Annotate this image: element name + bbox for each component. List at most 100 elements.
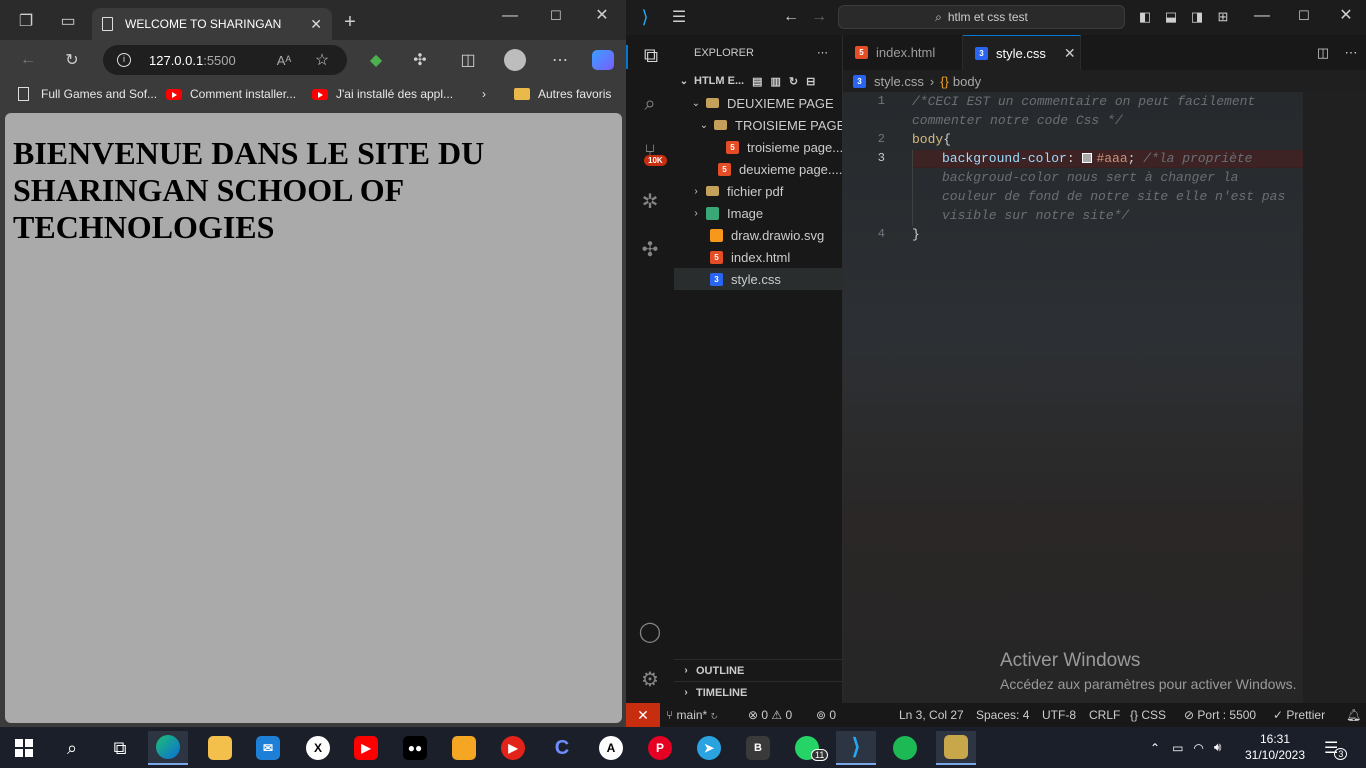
show-hidden-icons-chevron-icon[interactable]: ⌃ <box>1150 741 1160 755</box>
other-favorites[interactable]: Autres favoris <box>514 87 611 101</box>
medium-icon[interactable]: ●● <box>395 731 435 765</box>
split-editor-icon[interactable]: ◫ <box>1313 43 1333 63</box>
media-app-icon[interactable] <box>936 731 976 765</box>
wifi-icon[interactable]: ◠ <box>1193 741 1203 755</box>
problems-status[interactable]: ⊗ 0 ⚠ 0 <box>748 708 792 722</box>
start-windows-icon[interactable] <box>4 731 44 765</box>
timeline-section[interactable]: › TIMELINE <box>674 681 842 703</box>
tree-item[interactable]: › fichier pdf <box>674 180 842 202</box>
spotify-icon[interactable] <box>885 731 925 765</box>
extensions-icon[interactable]: ✣ <box>638 237 662 261</box>
prettier-status[interactable]: ✓ Prettier <box>1273 708 1325 722</box>
minimap[interactable] <box>1303 92 1366 703</box>
minimize-icon[interactable]: — <box>498 6 522 26</box>
task-view-icon[interactable]: ⧉ <box>100 731 140 765</box>
explorer-more-icon[interactable]: ⋯ <box>817 46 828 59</box>
extension-icon[interactable]: ◆ <box>364 49 388 71</box>
tree-item[interactable]: 5 troisieme page.... <box>674 136 842 158</box>
branch-status[interactable]: ⑂ main* ↻ <box>666 708 718 722</box>
cortana-app-icon[interactable]: C <box>542 731 582 765</box>
tree-item[interactable]: 5 deuxieme page.... <box>674 158 842 180</box>
volume-icon[interactable]: 🔊︎ <box>1214 740 1222 755</box>
notifications-bell-icon[interactable]: 🔔︎ <box>1346 708 1361 722</box>
pinterest-icon[interactable]: P <box>640 731 680 765</box>
split-screen-icon[interactable]: ◫ <box>456 49 480 71</box>
maximize-icon[interactable]: ☐ <box>544 6 568 26</box>
bookmark-1[interactable]: Full Games and Sof... <box>18 87 157 101</box>
menu-hamburger-icon[interactable]: ☰ <box>668 6 690 28</box>
tree-item[interactable]: draw.drawio.svg <box>674 224 842 246</box>
explorer-files-icon[interactable]: ⧉ <box>626 45 674 69</box>
breadcrumb-symbol[interactable]: body <box>953 74 981 89</box>
tree-item[interactable]: › Image <box>674 202 842 224</box>
app-b-icon[interactable]: B <box>738 731 778 765</box>
command-center-search[interactable]: ⌕ htlm et css test <box>838 5 1125 29</box>
toggle-sidebar-icon[interactable]: ◧ <box>1134 7 1156 27</box>
accounts-icon[interactable]: ◯ <box>638 619 662 643</box>
project-root[interactable]: ⌄ HTLM E... ▤▥↻⊟ <box>674 70 842 92</box>
site-info-icon[interactable]: i <box>117 53 131 67</box>
browser-tab-active[interactable]: WELCOME TO SHARINGAN ✕ <box>92 8 332 40</box>
vscode-minimize-icon[interactable]: — <box>1250 6 1274 26</box>
vscode-close-icon[interactable]: ✕ <box>1334 4 1358 26</box>
back-icon[interactable]: ← <box>16 49 40 71</box>
more-menu-icon[interactable]: ⋯ <box>548 49 572 71</box>
x-twitter-icon[interactable]: X <box>298 731 338 765</box>
nav-forward-icon[interactable]: → <box>808 6 830 28</box>
battery-icon[interactable]: ▭ <box>1172 741 1183 755</box>
bookmark-3[interactable]: J'ai installé des appl... <box>312 87 453 101</box>
outline-section[interactable]: › OUTLINE <box>674 659 842 681</box>
vscode-app-icon[interactable]: ⟩ <box>836 731 876 765</box>
copilot-icon[interactable] <box>590 48 616 72</box>
news-app-icon[interactable] <box>444 731 484 765</box>
encoding-status[interactable]: UTF-8 <box>1042 708 1076 722</box>
settings-gear-icon[interactable]: ⚙ <box>638 667 662 691</box>
customize-layout-icon[interactable]: ⊞ <box>1212 7 1234 27</box>
system-clock[interactable]: 16:31 31/10/2023 <box>1240 731 1310 763</box>
read-aloud-icon[interactable]: Aᴬ <box>272 49 296 71</box>
media-player-icon[interactable]: ▶ <box>493 731 533 765</box>
code-editor[interactable]: 1 2 3 4 /*CECI EST un commentaire on peu… <box>843 92 1316 703</box>
tab-index-html[interactable]: 5 index.html <box>843 35 963 70</box>
tree-item[interactable]: ⌄ TROISIEME PAGE <box>674 114 842 136</box>
refresh-icon[interactable]: ↻ <box>60 49 84 71</box>
live-server-status[interactable]: ⊘ Port : 5500 <box>1184 708 1256 722</box>
cursor-position[interactable]: Ln 3, Col 27 <box>899 708 964 722</box>
ports-status[interactable]: ⊚ 0 <box>816 708 836 722</box>
whatsapp-icon[interactable]: 11 <box>787 731 829 765</box>
explorer-actions-icon[interactable]: ▤▥↻⊟ <box>752 75 823 88</box>
nav-back-icon[interactable]: ← <box>780 6 802 28</box>
tree-item-selected[interactable]: 3 style.css <box>674 268 842 290</box>
more-bookmarks-chevron-icon[interactable]: › <box>482 87 486 101</box>
edge-app-icon[interactable] <box>148 731 188 765</box>
close-tab-icon[interactable]: ✕ <box>310 16 322 33</box>
tab-actions-icon[interactable]: ▭ <box>56 10 80 32</box>
indentation-status[interactable]: Spaces: 4 <box>976 708 1029 722</box>
eol-status[interactable]: CRLF <box>1089 708 1120 722</box>
app-store-icon[interactable]: A <box>591 731 631 765</box>
profile-avatar-icon[interactable] <box>503 49 527 71</box>
editor-more-icon[interactable]: ⋯ <box>1341 43 1361 63</box>
vscode-maximize-icon[interactable]: ☐ <box>1292 6 1316 26</box>
remote-indicator-icon[interactable]: ✕ <box>626 703 660 727</box>
new-tab-icon[interactable]: + <box>338 10 362 34</box>
bookmark-2[interactable]: Comment installer... <box>166 87 296 101</box>
close-tab-icon[interactable]: ✕ <box>1064 45 1076 62</box>
favorite-star-icon[interactable]: ☆ <box>310 49 334 71</box>
run-debug-icon[interactable]: ✲ <box>638 189 662 213</box>
tree-item[interactable]: 5 index.html <box>674 246 842 268</box>
telegram-icon[interactable]: ➤ <box>689 731 729 765</box>
language-mode[interactable]: {} CSS <box>1130 708 1166 722</box>
extensions-puzzle-icon[interactable]: ✣ <box>408 49 432 71</box>
close-window-icon[interactable]: ✕ <box>590 4 614 26</box>
search-icon[interactable]: ⌕ <box>638 93 662 117</box>
action-center-icon[interactable]: ☰ 3 <box>1324 727 1348 768</box>
toggle-secondary-sidebar-icon[interactable]: ◨ <box>1186 7 1208 27</box>
tab-style-css[interactable]: 3 style.css ✕ <box>963 35 1081 70</box>
youtube-app-icon[interactable]: ▶ <box>346 731 386 765</box>
mail-icon[interactable]: ✉ <box>248 731 288 765</box>
color-swatch-icon[interactable] <box>1082 153 1093 163</box>
taskbar-search-icon[interactable]: ⌕ <box>52 731 92 765</box>
toggle-panel-icon[interactable]: ⬓ <box>1160 7 1182 27</box>
file-explorer-icon[interactable] <box>200 731 240 765</box>
